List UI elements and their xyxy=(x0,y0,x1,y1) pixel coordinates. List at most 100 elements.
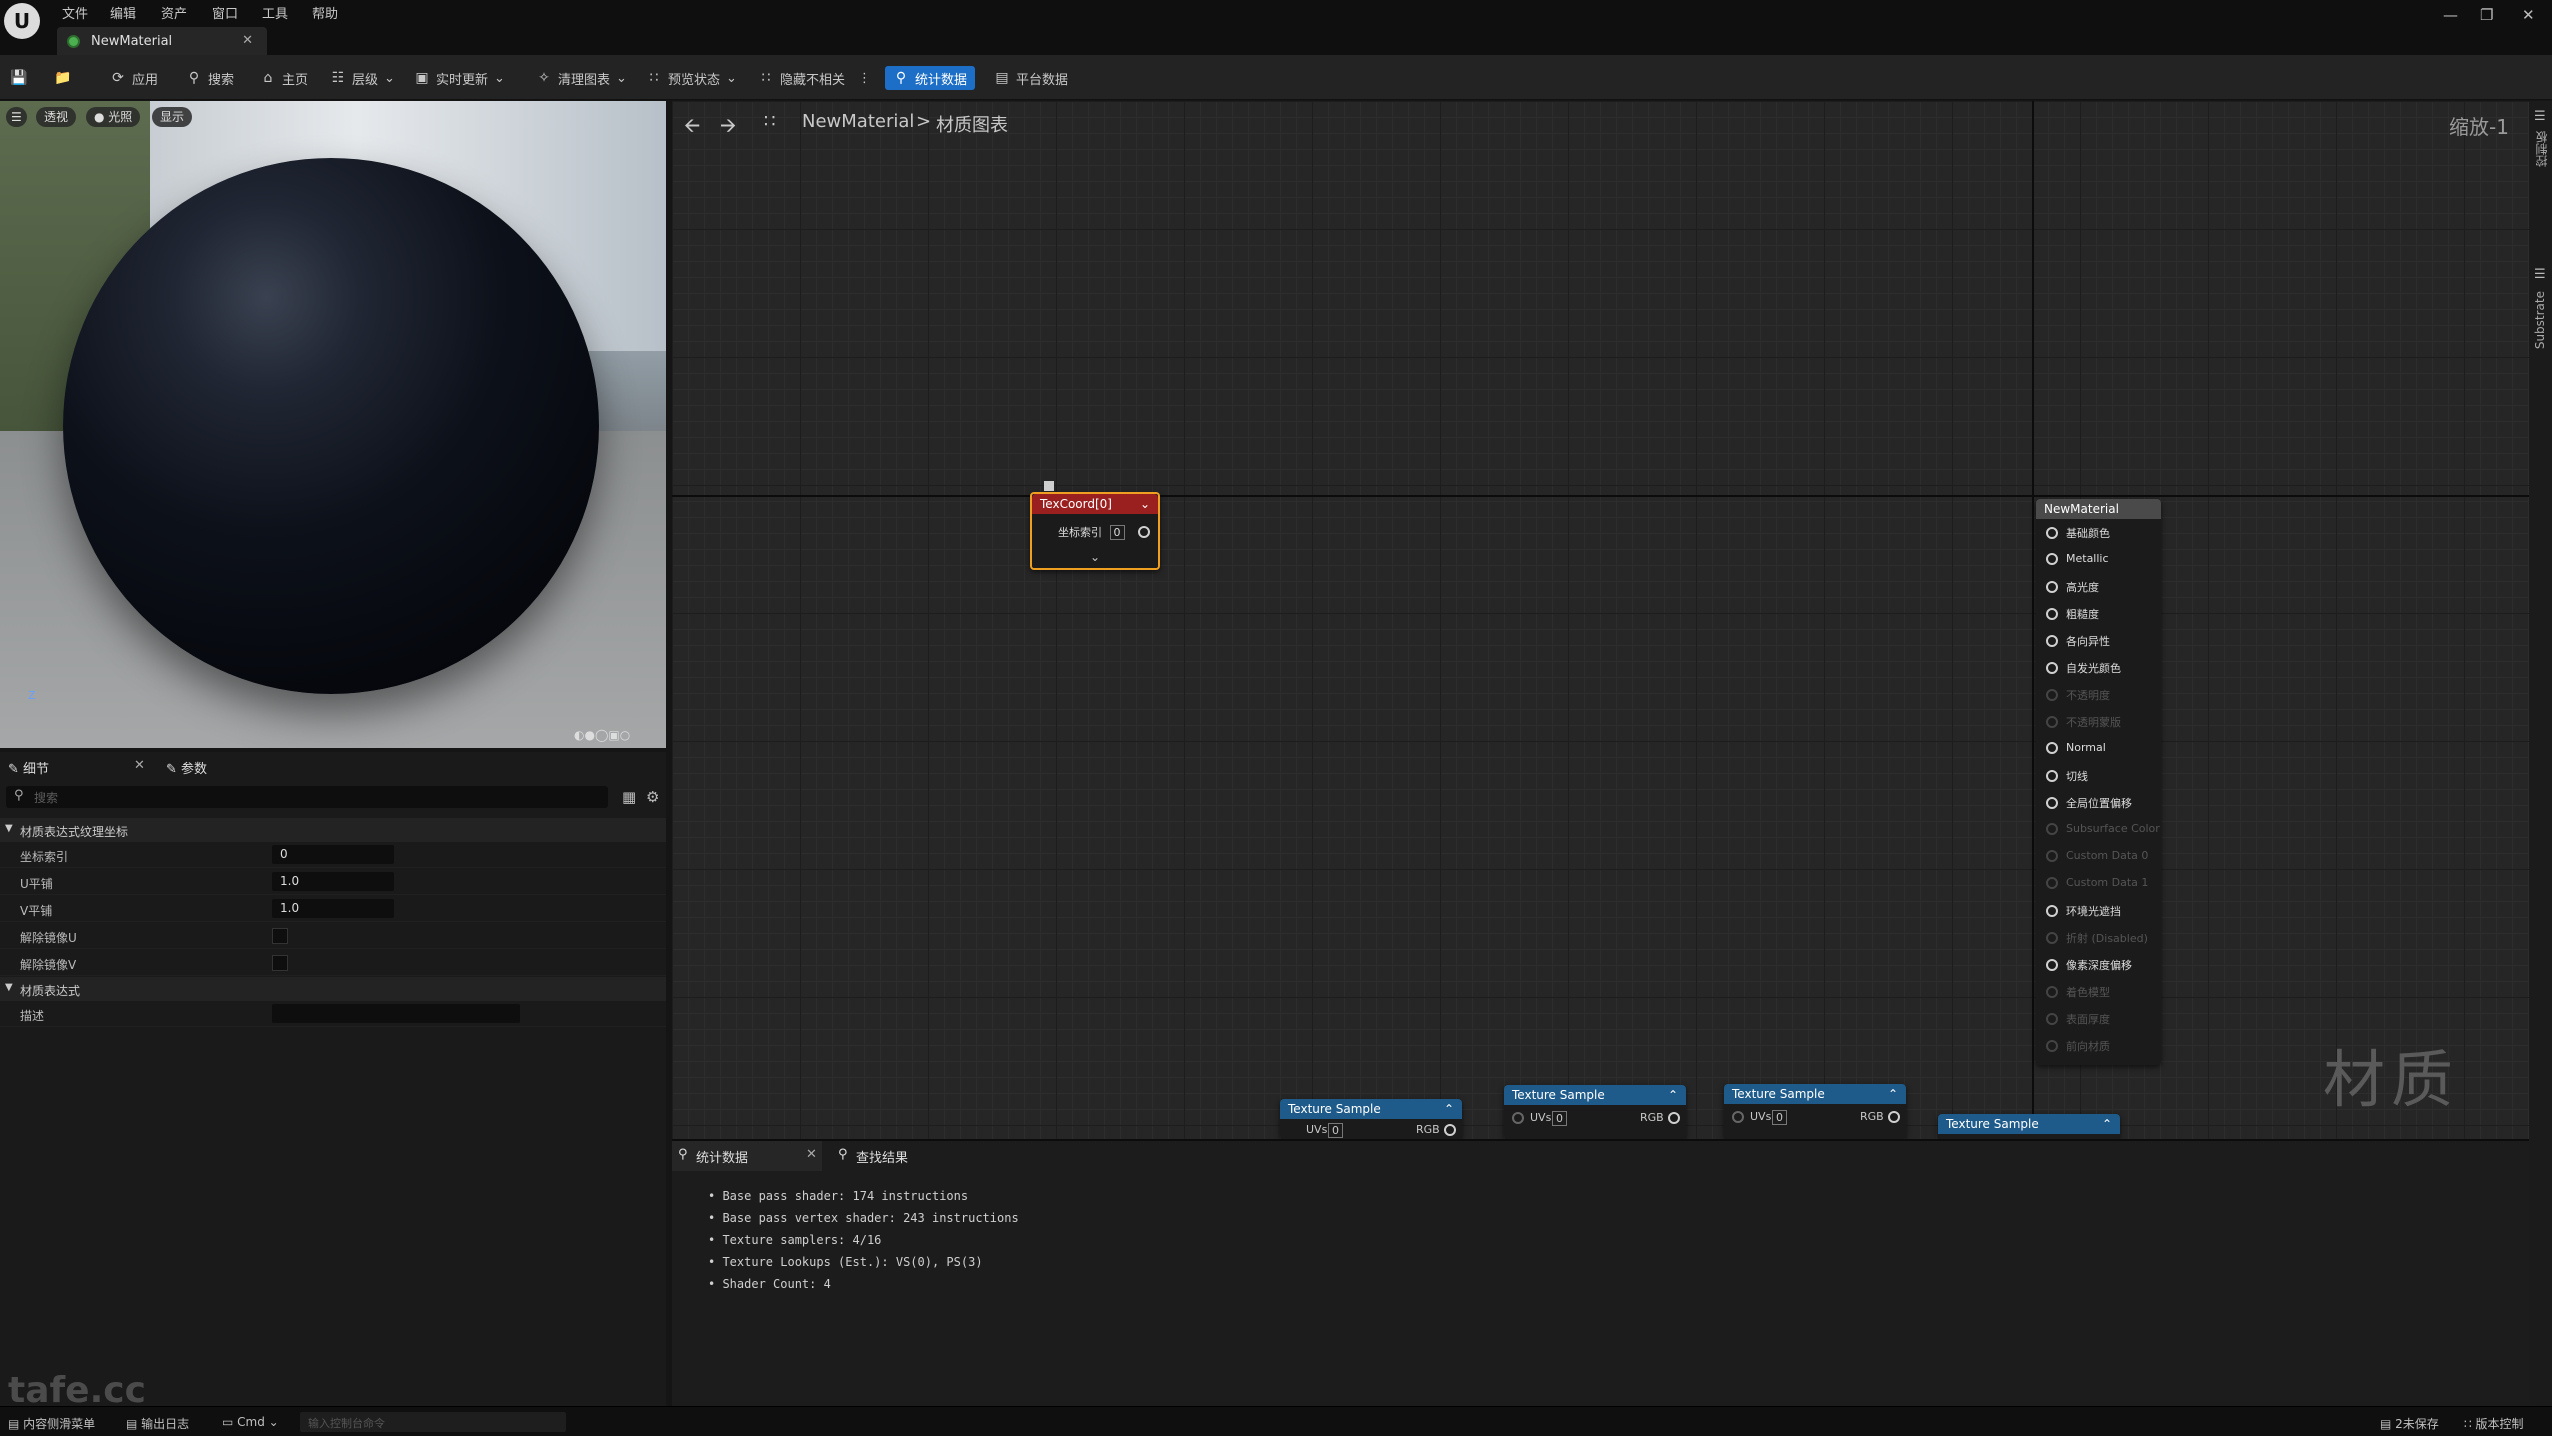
result-pin-row[interactable]: Metallic xyxy=(2046,552,2109,565)
chevron-down-icon[interactable]: ⌄ xyxy=(1140,497,1150,511)
stats-button[interactable]: ⚲ 统计数据 xyxy=(885,66,976,90)
input-pin[interactable] xyxy=(2046,581,2058,593)
chevron-up-icon[interactable]: ⌃ xyxy=(1444,1102,1454,1116)
input-pin[interactable] xyxy=(2046,959,2058,971)
perspective-button[interactable]: 透视 xyxy=(36,107,77,127)
v-tiling-input[interactable]: 1.0 xyxy=(272,899,394,918)
result-pin-row[interactable]: 像素深度偏移 xyxy=(2046,957,2132,973)
input-pin[interactable] xyxy=(2046,932,2058,944)
result-pin-row[interactable]: 粗糙度 xyxy=(2046,606,2099,622)
result-pin-row[interactable]: 切线 xyxy=(2046,768,2088,784)
home-button[interactable]: ⌂ 主页 xyxy=(260,66,308,90)
details-search-input[interactable]: ⚲ 搜索 xyxy=(6,786,608,808)
input-pin[interactable] xyxy=(2046,635,2058,647)
result-pin-row[interactable]: Custom Data 0 xyxy=(2046,849,2148,862)
close-window-icon[interactable]: ✕ xyxy=(2522,6,2535,24)
palette-list-icon[interactable]: ☰ xyxy=(2534,109,2546,124)
minimize-icon[interactable]: — xyxy=(2443,6,2458,24)
tab-details[interactable]: ✎ 细节 xyxy=(8,758,49,777)
uvs-input-pin[interactable] xyxy=(1512,1112,1524,1124)
grid-view-icon[interactable]: ▦ xyxy=(622,788,636,806)
input-pin[interactable] xyxy=(2046,741,2058,754)
hierarchy-dropdown[interactable]: ☷ 层级 ⌄ xyxy=(330,66,395,90)
rgb-output-pin[interactable] xyxy=(1444,1124,1456,1136)
result-pin-row[interactable]: 折射 (Disabled) xyxy=(2046,930,2148,946)
console-command-input[interactable]: 输入控制台命令 xyxy=(300,1412,566,1432)
viewport-menu-icon[interactable]: ☰ xyxy=(6,107,27,127)
unreal-logo-icon[interactable]: U xyxy=(4,3,40,39)
u-tiling-input[interactable]: 1.0 xyxy=(272,872,394,891)
result-pin-row[interactable]: 环境光遮挡 xyxy=(2046,903,2121,919)
result-pin-row[interactable]: 自发光颜色 xyxy=(2046,660,2121,676)
uvs-value[interactable]: 0 xyxy=(1552,1111,1567,1126)
input-pin[interactable] xyxy=(2046,662,2058,674)
result-pin-row[interactable]: 全局位置偏移 xyxy=(2046,795,2132,811)
uvs-value[interactable]: 0 xyxy=(1772,1110,1787,1125)
tab-newmaterial[interactable]: NewMaterial ✕ xyxy=(57,27,267,55)
menu-assets[interactable]: 资产 xyxy=(161,3,187,22)
tab-find-results[interactable]: ⚲ 查找结果 xyxy=(838,1141,938,1171)
breadcrumb-leaf[interactable]: 材质图表 xyxy=(936,111,1008,137)
apply-button[interactable]: ⟳ 应用 xyxy=(110,66,158,90)
input-pin[interactable] xyxy=(2046,689,2058,701)
input-pin[interactable] xyxy=(2046,849,2058,862)
uvs-value[interactable]: 0 xyxy=(1328,1123,1343,1138)
unsaved-assets-button[interactable]: ▤ 2未保存 xyxy=(2380,1415,2439,1432)
rgb-output-pin[interactable] xyxy=(1888,1111,1900,1123)
input-pin[interactable] xyxy=(2046,876,2058,889)
coord-index-value[interactable]: 0 xyxy=(1109,525,1125,540)
clean-graph-dropdown[interactable]: ✧ 清理图表 ⌄ xyxy=(536,66,627,90)
live-update-dropdown[interactable]: ▣ 实时更新 ⌄ xyxy=(414,66,505,90)
breadcrumb-root[interactable]: NewMaterial xyxy=(802,111,914,132)
maximize-icon[interactable]: ❐ xyxy=(2480,6,2493,24)
save-button[interactable]: 💾 xyxy=(10,66,27,90)
browse-button[interactable]: 📁 xyxy=(54,66,71,90)
coordinate-index-input[interactable]: 0 xyxy=(272,845,394,864)
cmd-dropdown[interactable]: ▭ Cmd ⌄ xyxy=(222,1415,279,1429)
substrate-rail-tab[interactable]: Substrate xyxy=(2533,291,2547,349)
texture-sample-node[interactable]: Texture Sample ⌃ UVs 0 RGB xyxy=(1724,1084,1906,1139)
output-log-button[interactable]: ▤ 输出日志 xyxy=(126,1415,189,1432)
preview-shape-icons[interactable]: ◐●◯▣○ xyxy=(574,728,630,742)
unmirror-v-checkbox[interactable] xyxy=(272,955,288,971)
result-pin-row[interactable]: 前向材质 xyxy=(2046,1038,2110,1054)
material-graph-canvas[interactable]: 🡨 🡪 ∷ NewMaterial > 材质图表 缩放-1 材质 TexCoor… xyxy=(672,101,2529,1139)
node-comment-bubble-icon[interactable] xyxy=(1044,481,1054,491)
menu-edit[interactable]: 编辑 xyxy=(110,3,136,22)
result-pin-row[interactable]: 高光度 xyxy=(2046,579,2099,595)
more-options-icon[interactable]: ⋮ xyxy=(858,66,871,90)
input-pin[interactable] xyxy=(2046,1040,2058,1052)
result-pin-row[interactable]: Subsurface Color xyxy=(2046,822,2160,835)
input-pin[interactable] xyxy=(2046,770,2058,782)
input-pin[interactable] xyxy=(2046,716,2058,728)
input-pin[interactable] xyxy=(2046,608,2058,620)
close-tab-icon[interactable]: ✕ xyxy=(242,33,253,48)
result-pin-row[interactable]: 基础颜色 xyxy=(2046,525,2110,541)
uvs-input-pin[interactable] xyxy=(1732,1111,1744,1123)
tab-parameters[interactable]: ✎ 参数 xyxy=(166,758,207,777)
input-pin[interactable] xyxy=(2046,552,2058,565)
lit-button[interactable]: ● 光照 xyxy=(86,107,141,127)
menu-window[interactable]: 窗口 xyxy=(212,3,238,22)
output-pin[interactable] xyxy=(1138,526,1150,538)
back-arrow-icon[interactable]: 🡨 xyxy=(684,111,700,145)
texture-sample-node[interactable]: Texture Sample ⌃ UVs 0 RGB xyxy=(1280,1099,1462,1139)
result-pin-row[interactable]: 表面厚度 xyxy=(2046,1011,2110,1027)
input-pin[interactable] xyxy=(2046,986,2058,998)
chevron-up-icon[interactable]: ⌃ xyxy=(1668,1088,1678,1102)
expand-chevron-icon[interactable]: ⌄ xyxy=(1090,550,1100,564)
section-material-expression[interactable]: ▼ 材质表达式 xyxy=(0,977,666,1001)
result-pin-row[interactable]: Normal xyxy=(2046,741,2106,754)
hide-unrelated-button[interactable]: ∷ 隐藏不相关 xyxy=(758,66,845,90)
show-button[interactable]: 显示 xyxy=(152,107,193,127)
result-pin-row[interactable]: 不透明度 xyxy=(2046,687,2110,703)
description-input[interactable] xyxy=(272,1004,520,1023)
material-result-node[interactable]: NewMaterial 基础颜色 Metallic 高光度 粗糙度 各向异性 自发光颜色不… xyxy=(2036,499,2161,1065)
substrate-list-icon[interactable]: ☰ xyxy=(2534,267,2546,282)
close-details-tab-icon[interactable]: ✕ xyxy=(134,758,145,773)
texture-sample-node[interactable]: Texture Sample ⌃ xyxy=(1938,1114,2120,1139)
input-pin[interactable] xyxy=(2046,527,2058,539)
preview-state-dropdown[interactable]: ∷ 预览状态 ⌄ xyxy=(646,66,737,90)
settings-gear-icon[interactable]: ⚙ xyxy=(646,788,659,806)
chevron-up-icon[interactable]: ⌃ xyxy=(2102,1117,2112,1131)
